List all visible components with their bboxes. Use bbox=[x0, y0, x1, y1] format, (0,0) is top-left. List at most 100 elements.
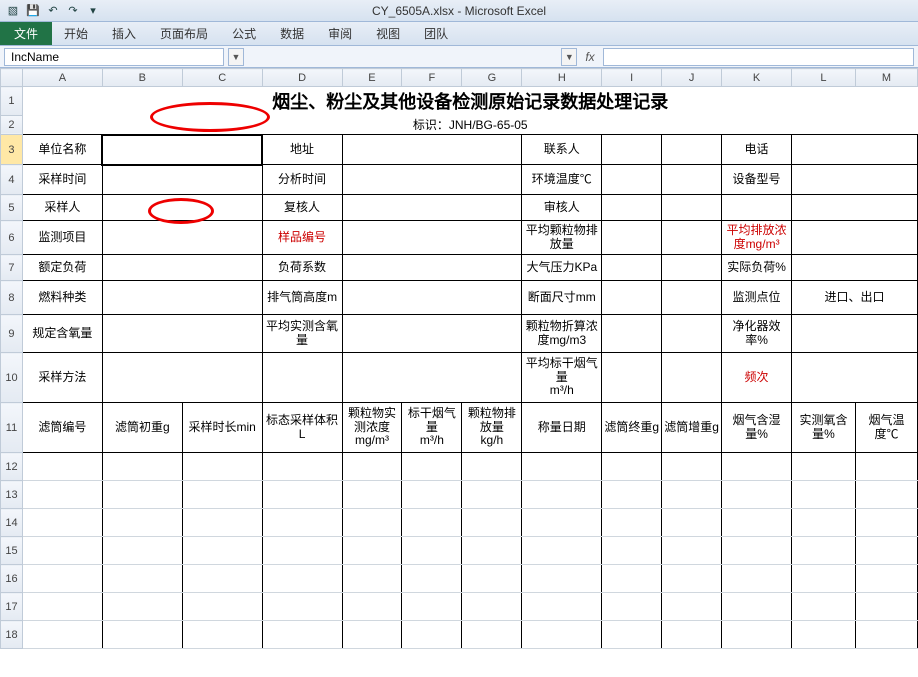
table-cell-r13-c3[interactable] bbox=[262, 481, 342, 509]
table-cell-r13-c8[interactable] bbox=[602, 481, 662, 509]
cell-r10-8[interactable] bbox=[792, 353, 918, 403]
table-header-3[interactable]: 标态采样体积L bbox=[262, 403, 342, 453]
row-header-3[interactable]: 3 bbox=[1, 135, 23, 165]
col-header-I[interactable]: I bbox=[602, 69, 662, 87]
cell-r5-2[interactable]: 复核人 bbox=[262, 195, 342, 221]
cell-r5-8[interactable] bbox=[792, 195, 918, 221]
table-cell-r12-c5[interactable] bbox=[402, 453, 462, 481]
cell-r6-2[interactable]: 样品编号 bbox=[262, 221, 342, 255]
table-cell-r14-c3[interactable] bbox=[262, 509, 342, 537]
table-cell-r16-c6[interactable] bbox=[462, 565, 522, 593]
row-header-5[interactable]: 5 bbox=[1, 195, 23, 221]
table-header-1[interactable]: 滤筒初重g bbox=[102, 403, 182, 453]
table-cell-r18-c12[interactable] bbox=[855, 621, 917, 649]
table-cell-r12-c4[interactable] bbox=[342, 453, 402, 481]
table-cell-r18-c6[interactable] bbox=[462, 621, 522, 649]
cell-r6-7[interactable]: 平均排放浓度mg/m³ bbox=[722, 221, 792, 255]
cell-r4-4[interactable]: 环境温度℃ bbox=[522, 165, 602, 195]
cell-r3-1[interactable] bbox=[102, 135, 262, 165]
row-header-9[interactable]: 9 bbox=[1, 315, 23, 353]
tab-home[interactable]: 开始 bbox=[52, 22, 100, 45]
table-cell-r13-c12[interactable] bbox=[855, 481, 917, 509]
cell-r8-2[interactable]: 排气筒高度m bbox=[262, 281, 342, 315]
table-cell-r15-c0[interactable] bbox=[22, 537, 102, 565]
cell-r4-8[interactable] bbox=[792, 165, 918, 195]
cell-r7-1[interactable] bbox=[102, 255, 262, 281]
table-header-7[interactable]: 称量日期 bbox=[522, 403, 602, 453]
cell-r10-3[interactable] bbox=[342, 353, 522, 403]
row-header-10[interactable]: 10 bbox=[1, 353, 23, 403]
cell-r8-0[interactable]: 燃料种类 bbox=[22, 281, 102, 315]
table-cell-r15-c6[interactable] bbox=[462, 537, 522, 565]
cell-r5-0[interactable]: 采样人 bbox=[22, 195, 102, 221]
cell-r5-6[interactable] bbox=[662, 195, 722, 221]
table-cell-r13-c4[interactable] bbox=[342, 481, 402, 509]
table-cell-r12-c11[interactable] bbox=[792, 453, 856, 481]
tab-formula[interactable]: 公式 bbox=[220, 22, 268, 45]
row-header-8[interactable]: 8 bbox=[1, 281, 23, 315]
table-cell-r18-c7[interactable] bbox=[522, 621, 602, 649]
table-cell-r18-c9[interactable] bbox=[662, 621, 722, 649]
table-cell-r13-c5[interactable] bbox=[402, 481, 462, 509]
cell-r8-6[interactable] bbox=[662, 281, 722, 315]
table-cell-r16-c0[interactable] bbox=[22, 565, 102, 593]
cell-r3-3[interactable] bbox=[342, 135, 522, 165]
cell-r6-8[interactable] bbox=[792, 221, 918, 255]
table-cell-r14-c9[interactable] bbox=[662, 509, 722, 537]
cell-r4-2[interactable]: 分析时间 bbox=[262, 165, 342, 195]
table-cell-r13-c2[interactable] bbox=[182, 481, 262, 509]
table-cell-r17-c1[interactable] bbox=[102, 593, 182, 621]
table-cell-r18-c3[interactable] bbox=[262, 621, 342, 649]
table-cell-r12-c1[interactable] bbox=[102, 453, 182, 481]
table-cell-r16-c7[interactable] bbox=[522, 565, 602, 593]
select-all-corner[interactable] bbox=[1, 69, 23, 87]
formula-bar[interactable] bbox=[603, 48, 914, 66]
cell-r10-0[interactable]: 采样方法 bbox=[22, 353, 102, 403]
table-cell-r14-c2[interactable] bbox=[182, 509, 262, 537]
tab-team[interactable]: 团队 bbox=[412, 22, 460, 45]
cell-r3-7[interactable]: 电话 bbox=[722, 135, 792, 165]
table-cell-r13-c6[interactable] bbox=[462, 481, 522, 509]
cell-r4-6[interactable] bbox=[662, 165, 722, 195]
table-cell-r13-c11[interactable] bbox=[792, 481, 856, 509]
fx-dropdown-icon[interactable]: ▼ bbox=[561, 48, 577, 66]
table-cell-r14-c10[interactable] bbox=[722, 509, 792, 537]
col-header-G[interactable]: G bbox=[462, 69, 522, 87]
row-header-4[interactable]: 4 bbox=[1, 165, 23, 195]
table-cell-r16-c1[interactable] bbox=[102, 565, 182, 593]
table-cell-r12-c7[interactable] bbox=[522, 453, 602, 481]
table-cell-r18-c8[interactable] bbox=[602, 621, 662, 649]
fx-label[interactable]: fx bbox=[581, 50, 598, 64]
table-cell-r12-c12[interactable] bbox=[855, 453, 917, 481]
cell-r9-6[interactable] bbox=[662, 315, 722, 353]
cell-r5-1[interactable] bbox=[102, 195, 262, 221]
col-header-A[interactable]: A bbox=[22, 69, 102, 87]
table-header-6[interactable]: 颗粒物排放量kg/h bbox=[462, 403, 522, 453]
tab-view[interactable]: 视图 bbox=[364, 22, 412, 45]
cell-r7-3[interactable] bbox=[342, 255, 522, 281]
row-header-18[interactable]: 18 bbox=[1, 621, 23, 649]
cell-r3-0[interactable]: 单位名称 bbox=[22, 135, 102, 165]
col-header-C[interactable]: C bbox=[182, 69, 262, 87]
table-header-8[interactable]: 滤筒终重g bbox=[602, 403, 662, 453]
table-cell-r13-c10[interactable] bbox=[722, 481, 792, 509]
cell-r6-1[interactable] bbox=[102, 221, 262, 255]
table-header-5[interactable]: 标干烟气量m³/h bbox=[402, 403, 462, 453]
table-cell-r14-c11[interactable] bbox=[792, 509, 856, 537]
table-cell-r17-c8[interactable] bbox=[602, 593, 662, 621]
table-cell-r12-c6[interactable] bbox=[462, 453, 522, 481]
table-cell-r16-c2[interactable] bbox=[182, 565, 262, 593]
cell-r8-8[interactable]: 进口、出口 bbox=[792, 281, 918, 315]
col-header-H[interactable]: H bbox=[522, 69, 602, 87]
col-header-L[interactable]: L bbox=[792, 69, 856, 87]
table-cell-r15-c3[interactable] bbox=[262, 537, 342, 565]
table-cell-r14-c7[interactable] bbox=[522, 509, 602, 537]
cell-r8-4[interactable]: 断面尺寸mm bbox=[522, 281, 602, 315]
cell-r10-6[interactable] bbox=[662, 353, 722, 403]
tab-data[interactable]: 数据 bbox=[268, 22, 316, 45]
cell-r9-8[interactable] bbox=[792, 315, 918, 353]
table-cell-r15-c9[interactable] bbox=[662, 537, 722, 565]
row-header-14[interactable]: 14 bbox=[1, 509, 23, 537]
cell-r10-4[interactable]: 平均标干烟气量m³/h bbox=[522, 353, 602, 403]
cell-r8-5[interactable] bbox=[602, 281, 662, 315]
